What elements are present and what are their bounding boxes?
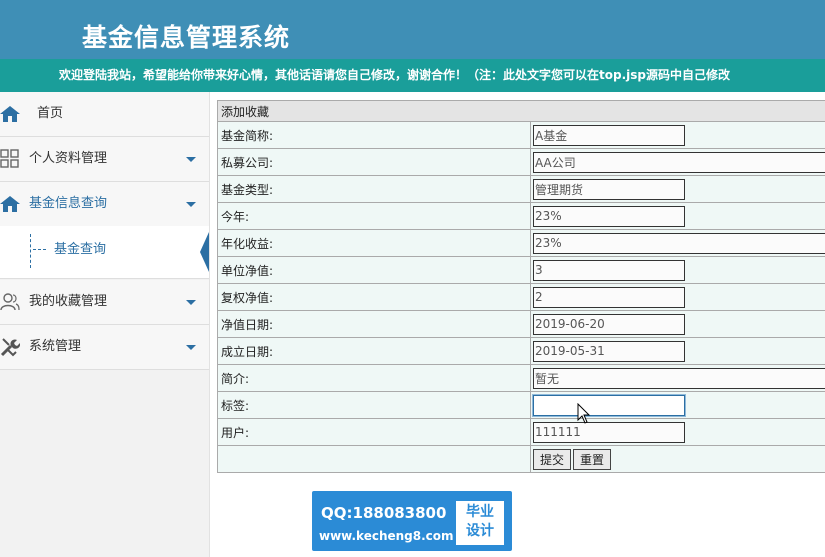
home-icon xyxy=(0,104,20,124)
tools-icon xyxy=(0,337,21,357)
form-row: 净值日期: xyxy=(217,310,825,338)
watermark-badge-line2: 设计 xyxy=(466,523,494,539)
form-row: 年化收益: xyxy=(217,229,825,257)
watermark-url: www.kecheng8.com xyxy=(319,529,454,543)
user-field[interactable] xyxy=(533,421,685,443)
sidebar-item-home[interactable]: 首页 xyxy=(0,92,209,137)
company-field[interactable] xyxy=(533,151,825,173)
form-row: 私募公司: xyxy=(217,148,825,176)
form-title: 添加收藏 xyxy=(217,100,825,122)
add-favorite-form: 添加收藏 基金简称: 私募公司: 基金类型: 今年: 年化收益: 单位净值: 复… xyxy=(217,100,825,473)
submenu-fund-query: 基金查询 xyxy=(0,226,209,279)
submenu-item-fund-search[interactable]: 基金查询 xyxy=(54,242,106,258)
form-row: 简介: xyxy=(217,364,825,392)
reset-button[interactable]: 重置 xyxy=(573,448,612,470)
field-label: 基金简称: xyxy=(217,121,531,149)
form-row: 标签: xyxy=(217,391,825,419)
field-label: 私募公司: xyxy=(217,148,531,176)
field-label: 年化收益: xyxy=(217,229,531,257)
submit-button[interactable]: 提交 xyxy=(533,448,572,470)
mouse-cursor-icon xyxy=(577,402,591,425)
app-header: 基金信息管理系统 xyxy=(0,0,825,59)
watermark-qq: QQ:188083800 xyxy=(321,504,447,522)
watermark-badge: 毕业 设计 xyxy=(456,501,504,545)
tree-line xyxy=(30,234,31,268)
grid-icon xyxy=(0,149,20,169)
field-label: 复权净值: xyxy=(217,283,531,311)
intro-field[interactable] xyxy=(533,367,825,389)
field-label: 标签: xyxy=(217,391,531,419)
field-label: 单位净值: xyxy=(217,256,531,284)
form-row: 成立日期: xyxy=(217,337,825,365)
sidebar-item-profile[interactable]: 个人资料管理 xyxy=(0,137,209,182)
sidebar-item-label: 我的收藏管理 xyxy=(29,294,108,309)
fund-type-field[interactable] xyxy=(533,178,685,200)
sidebar-item-label: 个人资料管理 xyxy=(29,151,108,166)
watermark-badge-line1: 毕业 xyxy=(466,504,494,520)
field-label: 今年: xyxy=(217,202,531,230)
sidebar-item-favorites[interactable]: 我的收藏管理 xyxy=(0,280,209,325)
field-label: 简介: xyxy=(217,364,531,392)
sidebar: 首页 个人资料管理 基金信息查询 基金查询 我的收藏管理 系统管理 xyxy=(0,92,210,557)
form-row: 单位净值: xyxy=(217,256,825,284)
this-year-field[interactable] xyxy=(533,205,685,227)
form-row: 基金类型: xyxy=(217,175,825,203)
main-content: 添加收藏 基金简称: 私募公司: 基金类型: 今年: 年化收益: 单位净值: 复… xyxy=(210,92,825,557)
tag-field[interactable] xyxy=(533,394,685,416)
app-title: 基金信息管理系统 xyxy=(82,23,291,52)
nav-date-field[interactable] xyxy=(533,313,685,335)
sidebar-item-label: 首页 xyxy=(37,106,64,121)
sidebar-item-system[interactable]: 系统管理 xyxy=(0,325,209,370)
annual-return-field[interactable] xyxy=(533,232,825,254)
chevron-down-icon xyxy=(186,300,196,305)
sidebar-item-fund-query[interactable]: 基金信息查询 xyxy=(0,182,209,227)
founded-date-field[interactable] xyxy=(533,340,685,362)
form-row: 基金简称: xyxy=(217,121,825,149)
adjusted-nav-field[interactable] xyxy=(533,286,685,308)
chevron-down-icon xyxy=(186,345,196,350)
watermark-banner: QQ:188083800 www.kecheng8.com 毕业 设计 xyxy=(312,491,512,551)
sidebar-item-label: 基金信息查询 xyxy=(29,196,108,211)
users-icon xyxy=(0,292,20,312)
form-row: 复权净值: xyxy=(217,283,825,311)
form-row: 用户: xyxy=(217,418,825,446)
form-row: 今年: xyxy=(217,202,825,230)
active-indicator-icon xyxy=(200,232,209,272)
unit-nav-field[interactable] xyxy=(533,259,685,281)
home-icon xyxy=(0,194,20,214)
welcome-marquee: 欢迎登陆我站，希望能给你带来好心情，其他话语请您自己修改，谢谢合作！（注：此处文… xyxy=(0,59,825,92)
form-actions-row: 提交 重置 xyxy=(217,445,825,473)
chevron-down-icon xyxy=(186,157,196,162)
field-label: 成立日期: xyxy=(217,337,531,365)
field-label: 用户: xyxy=(217,418,531,446)
tree-branch xyxy=(33,249,46,250)
field-label: 基金类型: xyxy=(217,175,531,203)
fund-abbr-field[interactable] xyxy=(533,124,685,146)
sidebar-item-label: 系统管理 xyxy=(29,339,82,354)
field-label: 净值日期: xyxy=(217,310,531,338)
marquee-text: 欢迎登陆我站，希望能给你带来好心情，其他话语请您自己修改，谢谢合作！（注：此处文… xyxy=(59,68,730,82)
chevron-down-icon xyxy=(186,202,196,207)
